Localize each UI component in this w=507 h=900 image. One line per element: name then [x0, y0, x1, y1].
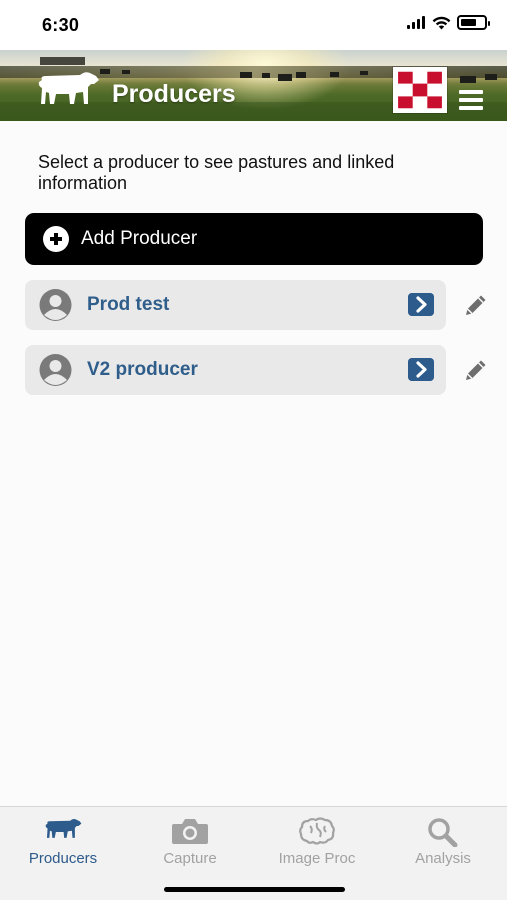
home-indicator[interactable] — [164, 887, 345, 892]
hamburger-menu-icon[interactable] — [459, 90, 483, 110]
tab-capture[interactable]: Capture — [127, 807, 253, 879]
status-icons — [407, 15, 490, 30]
status-time: 6:30 — [42, 15, 80, 35]
cellular-signal-icon — [407, 16, 425, 29]
producer-name: Prod test — [87, 294, 170, 315]
tab-analysis[interactable]: Analysis — [380, 807, 506, 879]
user-icon — [39, 354, 72, 386]
cow-icon — [38, 72, 99, 104]
page-title: Producers — [112, 80, 236, 108]
producer-row[interactable]: Prod test — [25, 280, 446, 330]
producer-row[interactable]: V2 producer — [25, 345, 446, 395]
battery-icon — [457, 15, 490, 30]
tab-label: Image Proc — [278, 850, 356, 867]
header-banner: Producers — [0, 50, 507, 121]
plus-circle-icon — [43, 226, 69, 252]
bottom-tab-bar: Producers Capture Image Proc Analysis — [0, 806, 507, 900]
user-icon — [39, 289, 72, 321]
add-producer-button[interactable]: Add Producer — [25, 213, 483, 265]
instruction-text: Select a producer to see pastures and li… — [38, 152, 395, 193]
tab-producers[interactable]: Producers — [0, 807, 126, 879]
tab-image-proc[interactable]: Image Proc — [254, 807, 380, 879]
wifi-icon — [432, 16, 451, 29]
tab-label: Analysis — [415, 850, 471, 867]
pencil-icon[interactable] — [462, 356, 490, 384]
producer-name: V2 producer — [87, 359, 198, 380]
add-producer-label: Add Producer — [81, 228, 198, 249]
cow-icon — [45, 819, 82, 838]
camera-icon — [172, 819, 208, 844]
chevron-right-icon[interactable] — [408, 293, 434, 316]
magnifier-icon — [428, 818, 458, 847]
checkerboard-logo — [393, 67, 447, 113]
pencil-icon[interactable] — [462, 291, 490, 319]
tab-label: Capture — [163, 850, 217, 867]
status-bar: 6:30 — [0, 0, 507, 50]
tab-label: Producers — [28, 850, 98, 867]
chevron-right-icon[interactable] — [408, 358, 434, 381]
brain-icon — [299, 817, 335, 845]
